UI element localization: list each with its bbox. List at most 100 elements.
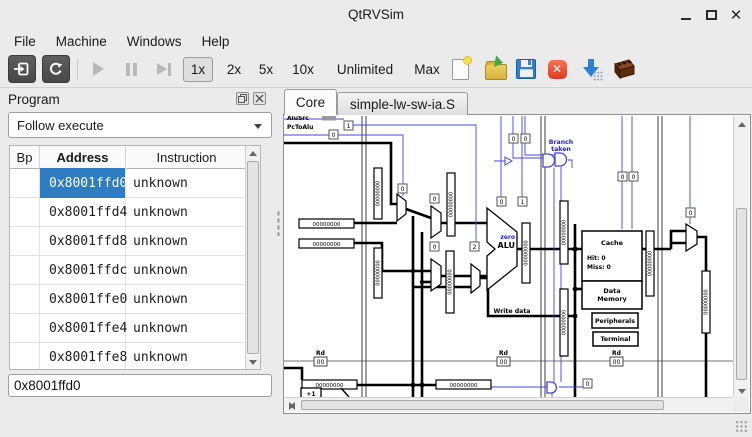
- svg-text:00000000: 00000000: [562, 220, 568, 245]
- instruction-cell: unknown: [126, 169, 247, 197]
- cache-block[interactable]: Cache Hit: 0 Miss: 0: [582, 231, 642, 281]
- table-scrollbar-thumb[interactable]: [247, 161, 259, 354]
- svg-text:00000000: 00000000: [449, 192, 455, 217]
- compile-download-button[interactable]: [577, 55, 605, 83]
- alu[interactable]: zero ALU: [487, 208, 517, 290]
- diagram-hscroll-thumb[interactable]: [301, 400, 664, 410]
- instruction-cell: unknown: [126, 198, 247, 226]
- svg-text:Terminal: Terminal: [601, 336, 631, 343]
- table-row[interactable]: 0x8001ffd8 unknown: [10, 227, 247, 256]
- dock-close-icon: [255, 94, 264, 103]
- tab-source-file[interactable]: simple-lw-sw-ia.S: [337, 92, 468, 115]
- svg-text:0: 0: [621, 174, 625, 181]
- table-row[interactable]: 0x8001ffe0 unknown: [10, 285, 247, 314]
- svg-text:Memory: Memory: [597, 295, 627, 303]
- branch-taken-label: Branch: [549, 139, 573, 146]
- svg-text:0: 0: [433, 196, 437, 203]
- menu-windows[interactable]: Windows: [117, 32, 192, 51]
- column-instruction[interactable]: Instruction: [126, 146, 247, 168]
- program-table-body: 0x8001ffd0 unknown 0x8001ffd4 unknown 0x…: [10, 169, 247, 370]
- tab-core[interactable]: Core: [284, 89, 337, 115]
- speed-unlimited-button[interactable]: Unlimited: [327, 57, 403, 82]
- speed-2x-button[interactable]: 2x: [220, 57, 248, 82]
- terminal-block[interactable]: Terminal: [593, 332, 638, 346]
- close-button[interactable]: ✕: [728, 7, 744, 23]
- build-button[interactable]: [608, 55, 636, 83]
- splitter-handle[interactable]: [277, 210, 280, 236]
- maximize-button[interactable]: [703, 7, 719, 23]
- svg-text:Rd: Rd: [612, 350, 621, 357]
- step-button[interactable]: [150, 55, 178, 83]
- value-registers[interactable]: 00000000 00000000 00000000 00000000: [299, 219, 491, 389]
- core-view: Branch taken 00000000 00000000 00000000 …: [283, 114, 751, 414]
- run-button[interactable]: [84, 55, 112, 83]
- address-cell: 0x8001ffd8: [40, 227, 126, 255]
- svg-text:0: 0: [401, 186, 405, 193]
- toolbar-separator: [77, 59, 78, 80]
- core-pipeline-diagram[interactable]: Branch taken 00000000 00000000 00000000 …: [284, 116, 733, 398]
- address-cell: 0x8001ffe0: [40, 285, 126, 313]
- alu-label: ALU: [498, 241, 516, 250]
- speed-10x-button[interactable]: 10x: [285, 57, 321, 82]
- reset-icon: [14, 61, 30, 77]
- svg-text:Peripherals: Peripherals: [595, 318, 635, 325]
- diagram-horizontal-scrollbar[interactable]: [284, 397, 733, 412]
- svg-text:0: 0: [512, 136, 516, 143]
- scroll-up-icon[interactable]: [246, 146, 260, 160]
- data-memory-block[interactable]: Data Memory: [582, 281, 642, 309]
- scroll-down-icon[interactable]: [735, 384, 749, 398]
- address-input[interactable]: [8, 374, 272, 397]
- diagram-vscroll-thumb[interactable]: [736, 208, 747, 380]
- table-row[interactable]: 0x8001ffe4 unknown: [10, 314, 247, 343]
- open-file-button[interactable]: [482, 55, 510, 83]
- table-row[interactable]: 0x8001ffd4 unknown: [10, 198, 247, 227]
- rd-indicators: Rd Rd Rd 00 00 00: [314, 350, 623, 366]
- diagram-vertical-scrollbar[interactable]: [733, 116, 749, 399]
- table-scrollbar[interactable]: [245, 146, 260, 369]
- menu-machine[interactable]: Machine: [46, 32, 117, 51]
- reload-button[interactable]: [42, 55, 70, 83]
- dock-float-button[interactable]: [236, 92, 249, 105]
- dock-close-button[interactable]: [253, 92, 266, 105]
- menu-file[interactable]: File: [4, 32, 46, 51]
- speed-5x-button[interactable]: 5x: [252, 57, 280, 82]
- instruction-cell: unknown: [126, 343, 247, 370]
- close-source-button[interactable]: ✕: [543, 55, 571, 83]
- scroll-down-icon[interactable]: [246, 355, 260, 369]
- resize-grip[interactable]: [735, 420, 748, 433]
- pause-button[interactable]: [117, 55, 145, 83]
- follow-mode-select[interactable]: Follow execute: [8, 112, 272, 138]
- table-row[interactable]: 0x8001ffe8 unknown: [10, 343, 247, 370]
- column-bp[interactable]: Bp: [10, 146, 40, 168]
- reset-button[interactable]: [8, 55, 36, 83]
- column-address[interactable]: Address: [40, 146, 126, 168]
- window-title: QtRVSim: [0, 7, 752, 22]
- chevron-down-icon: [254, 124, 262, 129]
- peripherals-block[interactable]: Peripherals: [592, 313, 638, 328]
- svg-text:00000000: 00000000: [313, 242, 341, 248]
- svg-text:1: 1: [347, 123, 351, 130]
- table-row[interactable]: 0x8001ffd0 unknown: [10, 169, 247, 198]
- pipeline-registers[interactable]: 00000000 00000000 00000000 00000000 0000…: [374, 168, 710, 356]
- pause-icon: [126, 63, 137, 76]
- table-row[interactable]: 0x8001ffdc unknown: [10, 256, 247, 285]
- instruction-cell: unknown: [126, 285, 247, 313]
- svg-text:00000000: 00000000: [450, 383, 478, 389]
- float-icon: [238, 94, 247, 103]
- cache-hit: Hit: 0: [587, 255, 606, 262]
- tab-bar: Core simple-lw-sw-ia.S: [283, 88, 752, 115]
- cache-title: Cache: [601, 239, 624, 247]
- brick-icon: [609, 58, 635, 80]
- save-button[interactable]: [512, 55, 540, 83]
- speed-max-button[interactable]: Max: [407, 57, 447, 82]
- new-file-button[interactable]: [446, 55, 474, 83]
- svg-text:0: 0: [632, 174, 636, 181]
- minimize-button[interactable]: [678, 7, 694, 23]
- scroll-up-icon[interactable]: [735, 117, 749, 131]
- scroll-right-icon[interactable]: [284, 399, 298, 413]
- speed-1x-button[interactable]: 1x: [183, 57, 213, 82]
- svg-text:0: 0: [332, 132, 336, 139]
- menu-help[interactable]: Help: [192, 32, 240, 51]
- svg-text:00000000: 00000000: [313, 222, 341, 228]
- bp-cell: [10, 285, 40, 313]
